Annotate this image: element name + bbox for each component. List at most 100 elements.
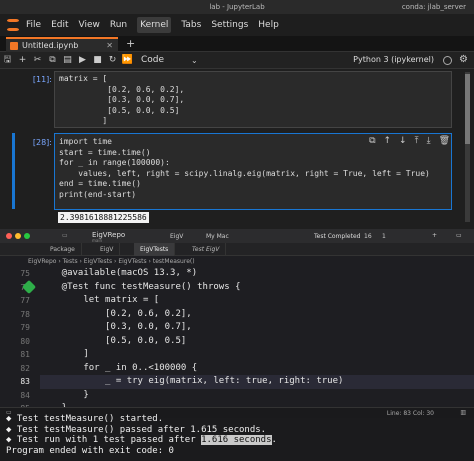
insert-below-icon[interactable]: ⤓ — [427, 136, 431, 146]
kernel-status-icon — [443, 56, 452, 65]
code-line: @Test func testMeasure() throws { — [40, 281, 241, 292]
cut-icon[interactable]: ✂ — [30, 55, 45, 65]
line-number: 77 — [20, 296, 30, 305]
menu-settings[interactable]: Settings — [211, 20, 248, 30]
editor-tabs: Package EigV EigVTests Test EigV — [0, 243, 474, 256]
issue-count[interactable]: 1 — [382, 233, 386, 240]
tab-label: Untitled.ipynb — [22, 41, 79, 50]
menu-tabs[interactable]: Tabs — [181, 20, 201, 30]
cell-prompt: [11]: — [32, 75, 52, 84]
sidebar-icon[interactable]: ▭ — [62, 232, 68, 239]
line-number-current: 83 — [20, 377, 30, 386]
move-down-icon[interactable]: ↓ — [399, 136, 407, 146]
console-line: ◆ Test testMeasure() started. — [6, 414, 164, 424]
chevron-down-icon[interactable]: ⌄ — [191, 56, 198, 65]
code-line: ] — [40, 349, 89, 359]
paste-icon[interactable]: ▤ — [60, 55, 75, 65]
code-line: @available(macOS 13.3, *) — [40, 268, 198, 278]
cell-type-select[interactable]: Code — [141, 55, 191, 65]
line-number: 75 — [20, 269, 30, 278]
menu-bar: File Edit View Run Kernel Tabs Settings … — [0, 14, 474, 36]
console-text: . — [271, 435, 277, 445]
cell-toolbar: ⧉ ↑ ↓ ⤒ ⤓ 🗑 — [369, 136, 450, 146]
tab-untitled-notebook[interactable]: Untitled.ipynb ✕ — [6, 37, 118, 52]
console-line: ◆ Test run with 1 test passed after 1.61… — [6, 435, 468, 446]
notebook-toolbar: 🖫 + ✂ ⧉ ▤ ▶ ■ ↻ ⏩ Code ⌄ Python 3 (ipyke… — [0, 52, 474, 69]
kernel-name[interactable]: Python 3 (ipykernel) — [353, 55, 434, 64]
zoom-window-icon[interactable] — [24, 233, 30, 239]
cell-output: 2.3981618881225586 — [58, 212, 149, 223]
jupyter-logo-icon — [6, 18, 20, 32]
xcode-titlebar: ▭ EigVRepo main EigV My Mac Test Complet… — [0, 229, 474, 243]
code-line: let matrix = [ — [40, 295, 160, 305]
menu-run[interactable]: Run — [110, 20, 127, 30]
jupyter-titlebar: lab - JupyterLab conda: jlab_server — [0, 0, 474, 14]
code-line: for _ in range(100000): — [59, 158, 170, 168]
menu-view[interactable]: View — [79, 20, 100, 30]
code-cell[interactable]: matrix = [ [0.2, 0.6, 0.2], [0.3, 0.0, 0… — [54, 71, 452, 128]
line-number: 79 — [20, 323, 30, 332]
close-icon[interactable]: ✕ — [106, 41, 113, 50]
code-line: } — [40, 389, 89, 400]
menu-edit[interactable]: Edit — [51, 20, 68, 30]
console-selection: 1.616 seconds — [201, 435, 272, 445]
kernel-env-label: conda: jlab_server — [401, 3, 466, 11]
notebook-tabbar: Untitled.ipynb ✕ + — [0, 36, 474, 52]
menu-help[interactable]: Help — [258, 20, 279, 30]
code-line: for _ in 0..<100000 { — [40, 362, 198, 373]
duplicate-icon[interactable]: ⧉ — [369, 136, 375, 146]
code-line: start = time.time() — [59, 147, 151, 157]
code-editor[interactable]: @available(macOS 13.3, *) @Test func tes… — [40, 267, 474, 413]
code-line: [0.5, 0.0, 0.5] — [40, 335, 187, 346]
move-up-icon[interactable]: ↑ — [384, 136, 392, 146]
code-line: ] — [59, 116, 108, 126]
menu-file[interactable]: File — [26, 20, 41, 30]
warning-count[interactable]: 16 — [364, 233, 372, 240]
copy-icon[interactable]: ⧉ — [45, 55, 60, 65]
add-cell-icon[interactable]: + — [15, 55, 30, 65]
console-line: ◆ Test testMeasure() passed after 1.615 … — [6, 424, 267, 435]
delete-icon[interactable]: 🗑 — [439, 136, 450, 146]
plus-icon[interactable]: + — [432, 232, 437, 239]
breadcrumb[interactable]: EigVRepo › Tests › EigVTests › EigVTests… — [0, 256, 474, 267]
tab-eigv[interactable]: EigV — [94, 243, 121, 256]
build-status: Test Completed — [314, 233, 361, 240]
notebook-area: [11]: matrix = [ [0.2, 0.6, 0.2], [0.3, … — [0, 69, 474, 229]
restart-icon[interactable]: ↻ — [105, 55, 120, 65]
close-window-icon[interactable] — [6, 233, 12, 239]
minimize-window-icon[interactable] — [15, 233, 21, 239]
menu-kernel[interactable]: Kernel — [137, 17, 172, 33]
target-name[interactable]: EigV — [170, 233, 183, 240]
debug-console[interactable]: ◆ Test testMeasure() started. ◆ Test tes… — [0, 414, 474, 461]
tab-package[interactable]: Package — [44, 243, 82, 256]
line-number: 81 — [20, 350, 30, 359]
device-name[interactable]: My Mac — [206, 233, 229, 240]
active-cell-indicator — [12, 133, 15, 209]
tab-eigvtests[interactable]: EigVTests — [134, 243, 176, 256]
tab-test-eigv[interactable]: Test EigV — [186, 243, 227, 256]
code-line: print(end-start) — [59, 189, 137, 199]
code-line: [0.3, 0.0, 0.7], — [59, 95, 185, 105]
line-number: 82 — [20, 363, 30, 373]
jupyterlab-window: lab - JupyterLab conda: jlab_server File… — [0, 0, 474, 229]
console-line: Program ended with exit code: 0 — [6, 445, 174, 456]
cell-prompt: [28]: — [32, 138, 52, 147]
line-number: 80 — [20, 336, 30, 346]
code-line: [0.5, 0.0, 0.5] — [59, 105, 180, 115]
stop-icon[interactable]: ■ — [90, 55, 105, 65]
code-line: [0.2, 0.6, 0.2], — [40, 308, 192, 319]
new-tab-icon[interactable]: + — [126, 37, 135, 50]
code-line-current: _ = try eig(matrix, left: true, right: t… — [40, 375, 474, 389]
line-number: 78 — [20, 309, 30, 319]
inspector-icon[interactable]: ▭ — [456, 232, 462, 239]
xcode-window: ▭ EigVRepo main EigV My Mac Test Complet… — [0, 229, 474, 461]
run-icon[interactable]: ▶ — [75, 55, 90, 65]
fast-forward-icon[interactable]: ⏩ — [120, 55, 135, 65]
code-line: matrix = [ — [59, 74, 108, 83]
console-text: ◆ Test run with 1 test passed after — [6, 435, 202, 445]
notebook-icon — [10, 41, 18, 50]
bug-icon[interactable]: ⚙ — [459, 54, 468, 65]
insert-above-icon[interactable]: ⤒ — [415, 136, 419, 146]
scrollbar[interactable] — [465, 72, 470, 222]
save-icon[interactable]: 🖫 — [0, 52, 15, 68]
